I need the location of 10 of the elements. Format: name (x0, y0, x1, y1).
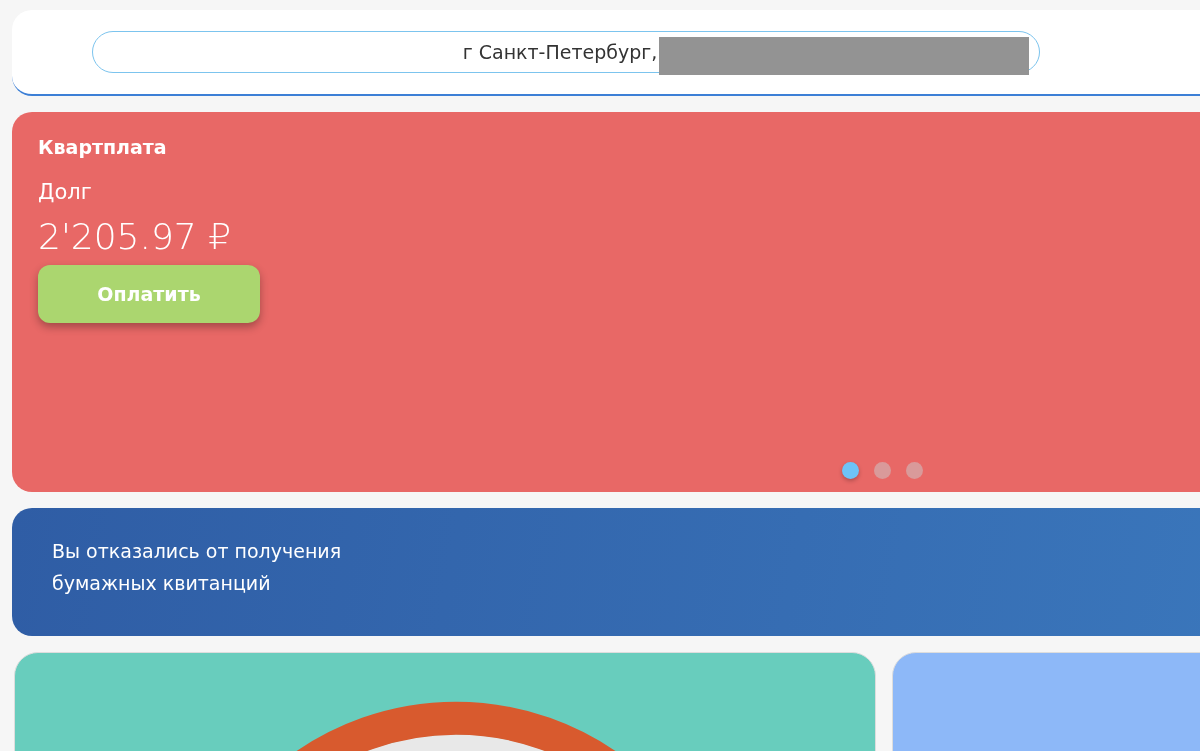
tile-card[interactable] (14, 652, 876, 751)
pager-dot[interactable] (842, 462, 859, 479)
notice-text: Вы отказались от получения (52, 540, 343, 562)
tile-card[interactable] (892, 652, 1200, 751)
notice-text: бумажных квитанций (52, 572, 272, 594)
pager-dot[interactable] (906, 462, 923, 479)
debt-amount: 2'205.97 ₽ (38, 216, 233, 257)
debt-label: Долг (38, 180, 93, 204)
card-title: Квартплата (38, 136, 168, 158)
pager-dot[interactable] (874, 462, 891, 479)
